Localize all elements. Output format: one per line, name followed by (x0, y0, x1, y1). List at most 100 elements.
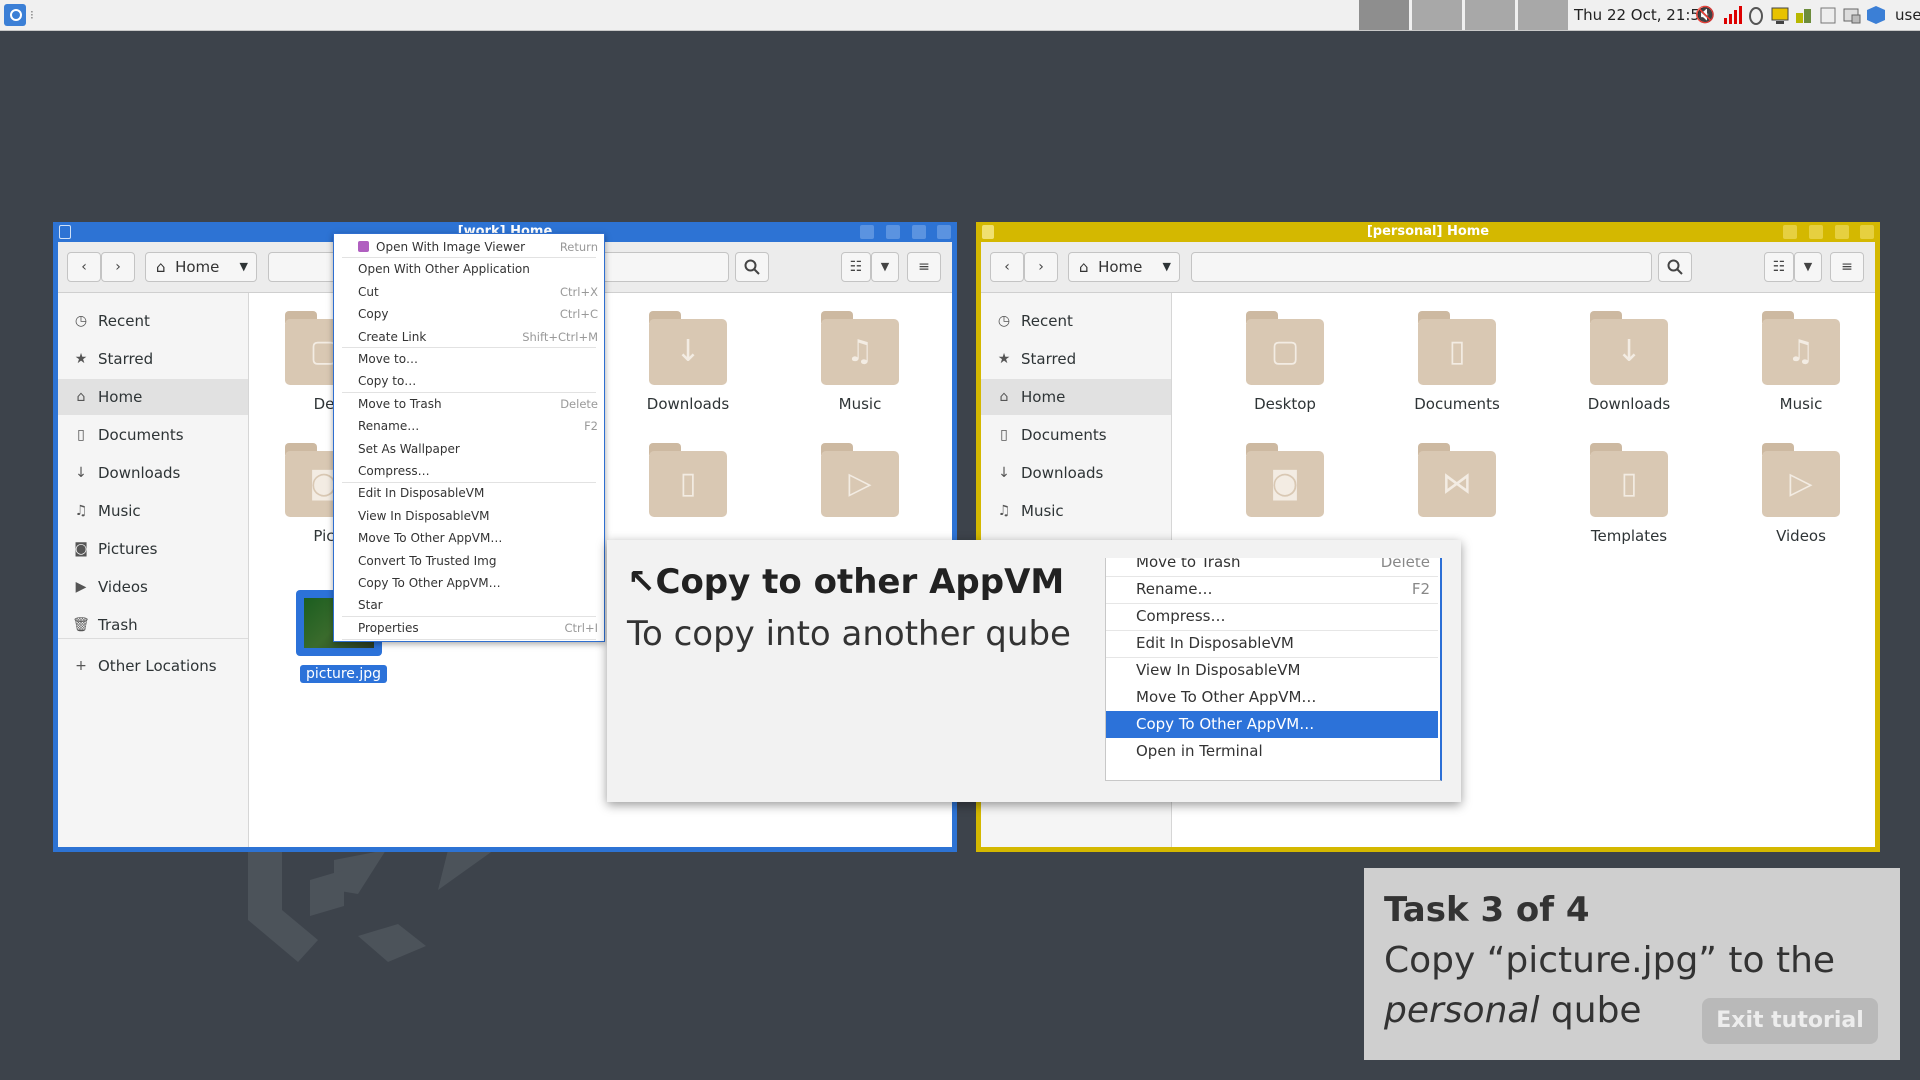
forward-button[interactable]: › (1024, 252, 1058, 282)
menu-separator (1106, 630, 1438, 631)
window-shade-button[interactable] (1783, 225, 1797, 239)
context-menu-item[interactable]: Create Link Shift+Ctrl+M (334, 326, 604, 348)
folder-item[interactable]: ♫ Music (1726, 303, 1876, 423)
context-menu-item[interactable]: Move to Trash Delete (334, 393, 604, 415)
back-button[interactable]: ‹ (990, 252, 1024, 282)
folder-item[interactable]: ▷ Videos (1726, 435, 1876, 555)
forward-button[interactable]: › (101, 252, 135, 282)
clipboard-icon[interactable] (1818, 5, 1838, 25)
personal-window-titlebar[interactable]: [personal] Home (976, 222, 1880, 242)
exit-tutorial-button[interactable]: Exit tutorial (1702, 998, 1878, 1044)
menu-item-label: Copy (358, 307, 389, 322)
folder-item[interactable]: ↓ Downloads (613, 303, 763, 423)
context-menu-item[interactable]: Compress… (334, 460, 604, 482)
volume-muted-icon[interactable]: 🔇 (1695, 5, 1715, 25)
context-menu-item[interactable]: Star (334, 594, 604, 616)
context-menu-item[interactable]: Convert To Trusted Img (334, 550, 604, 572)
window-minimize-button[interactable] (1809, 225, 1823, 239)
chevron-down-icon[interactable]: ▼ (1163, 253, 1171, 281)
chevron-down-icon[interactable]: ▼ (240, 253, 248, 281)
sidebar-item-label: Starred (1021, 350, 1077, 368)
view-options-button[interactable]: ▼ (871, 252, 899, 282)
hamburger-menu-button[interactable]: ≡ (907, 252, 941, 282)
window-maximize-button[interactable] (1835, 225, 1849, 239)
window-maximize-button[interactable] (912, 225, 926, 239)
folder-item[interactable]: ⋈ (1382, 435, 1532, 555)
task-rest: qube (1539, 990, 1642, 1031)
workspace-4[interactable] (1518, 0, 1568, 30)
sidebar-item-recent[interactable]: ◷ Recent (981, 303, 1171, 339)
context-menu-item[interactable]: Open With Other Application (334, 258, 604, 280)
sidebar-item-other-locations[interactable]: + Other Locations (58, 648, 248, 684)
panel-handle-icon: ⁝ (30, 8, 34, 22)
back-button[interactable]: ‹ (67, 252, 101, 282)
window-menu-icon[interactable] (982, 225, 994, 239)
sidebar-item-videos[interactable]: ▶ Videos (58, 569, 248, 605)
sidebar-item-pictures[interactable]: ◙ Pictures (58, 531, 248, 567)
home-path-button[interactable]: ⌂ Home (1079, 253, 1142, 281)
view-options-button[interactable]: ▼ (1794, 252, 1822, 282)
folder-item[interactable]: ↓ Downloads (1554, 303, 1704, 423)
context-menu-item[interactable]: Copy to… (334, 370, 604, 392)
path-bar[interactable]: ⌂ Home ▼ (1068, 252, 1180, 282)
sidebar-item-documents[interactable]: ▯ Documents (981, 417, 1171, 453)
user-menu[interactable]: user (1895, 0, 1920, 30)
folder-item[interactable]: ▯ Documents (1382, 303, 1532, 423)
context-menu-item[interactable]: Copy To Other AppVM… (334, 572, 604, 594)
window-minimize-button[interactable] (886, 225, 900, 239)
sidebar-item-downloads[interactable]: ↓ Downloads (58, 455, 248, 491)
devices-icon[interactable] (1746, 5, 1766, 25)
path-bar[interactable]: ⌂ Home ▼ (145, 252, 257, 282)
updates-icon[interactable] (1842, 5, 1862, 25)
window-shade-button[interactable] (860, 225, 874, 239)
window-close-button[interactable] (937, 225, 951, 239)
selected-file-name[interactable]: picture.jpg (300, 665, 388, 683)
context-menu-item[interactable]: Rename… F2 (334, 415, 604, 437)
sidebar-item-starred[interactable]: ★ Starred (981, 341, 1171, 377)
domains-widget-icon[interactable] (1794, 5, 1814, 25)
context-menu-item[interactable]: Set As Wallpaper (334, 438, 604, 460)
folder-item[interactable]: ▢ Desktop (1210, 303, 1360, 423)
network-signal-icon[interactable] (1722, 5, 1742, 25)
sidebar-item-documents[interactable]: ▯ Documents (58, 417, 248, 453)
home-path-button[interactable]: ⌂ Home (156, 253, 219, 281)
context-menu-item[interactable]: Move To Other AppVM… (334, 527, 604, 549)
sidebar-item-home[interactable]: ⌂ Home (58, 379, 248, 415)
qubes-cube-icon[interactable] (1866, 5, 1886, 25)
folder-item[interactable]: ◙ (1210, 435, 1360, 555)
qubes-menu-icon[interactable] (4, 4, 26, 26)
view-list-button[interactable]: ☷ (841, 252, 871, 282)
folder-item[interactable]: ♫ Music (785, 303, 935, 423)
folder-item[interactable]: ▯ (613, 435, 763, 555)
workspace-1[interactable] (1359, 0, 1409, 30)
sidebar-item-label: Starred (98, 350, 154, 368)
sidebar-item-downloads[interactable]: ↓ Downloads (981, 455, 1171, 491)
sidebar-item-home[interactable]: ⌂ Home (981, 379, 1171, 415)
context-menu-item[interactable]: Properties Ctrl+I (334, 617, 604, 639)
hamburger-menu-button[interactable]: ≡ (1830, 252, 1864, 282)
folder-item[interactable]: ▷ (785, 435, 935, 555)
window-menu-icon[interactable] (59, 225, 71, 239)
sidebar-item-label: Music (1021, 502, 1064, 520)
clock[interactable]: Thu 22 Oct, 21:50 (1574, 0, 1710, 30)
view-list-button[interactable]: ☷ (1764, 252, 1794, 282)
workspace-3[interactable] (1465, 0, 1515, 30)
context-menu-item[interactable]: View In DisposableVM (334, 505, 604, 527)
window-close-button[interactable] (1860, 225, 1874, 239)
folder-name: Templates (1590, 527, 1668, 545)
context-menu-item[interactable]: Open With Image Viewer Return (334, 236, 604, 258)
search-button[interactable] (1658, 252, 1692, 282)
sidebar-item-starred[interactable]: ★ Starred (58, 341, 248, 377)
path-home-label: Home (175, 258, 220, 276)
search-button[interactable] (735, 252, 769, 282)
sidebar-item-music[interactable]: ♫ Music (981, 493, 1171, 529)
context-menu-item[interactable]: Edit In DisposableVM (334, 482, 604, 504)
folder-item[interactable]: ▯ Templates (1554, 435, 1704, 555)
sidebar-item-recent[interactable]: ◷ Recent (58, 303, 248, 339)
context-menu-item[interactable]: Move to… (334, 348, 604, 370)
context-menu-item[interactable]: Copy Ctrl+C (334, 303, 604, 325)
context-menu-item[interactable]: Cut Ctrl+X (334, 281, 604, 303)
qube-manager-icon[interactable] (1770, 5, 1790, 25)
sidebar-item-music[interactable]: ♫ Music (58, 493, 248, 529)
workspace-2[interactable] (1412, 0, 1462, 30)
